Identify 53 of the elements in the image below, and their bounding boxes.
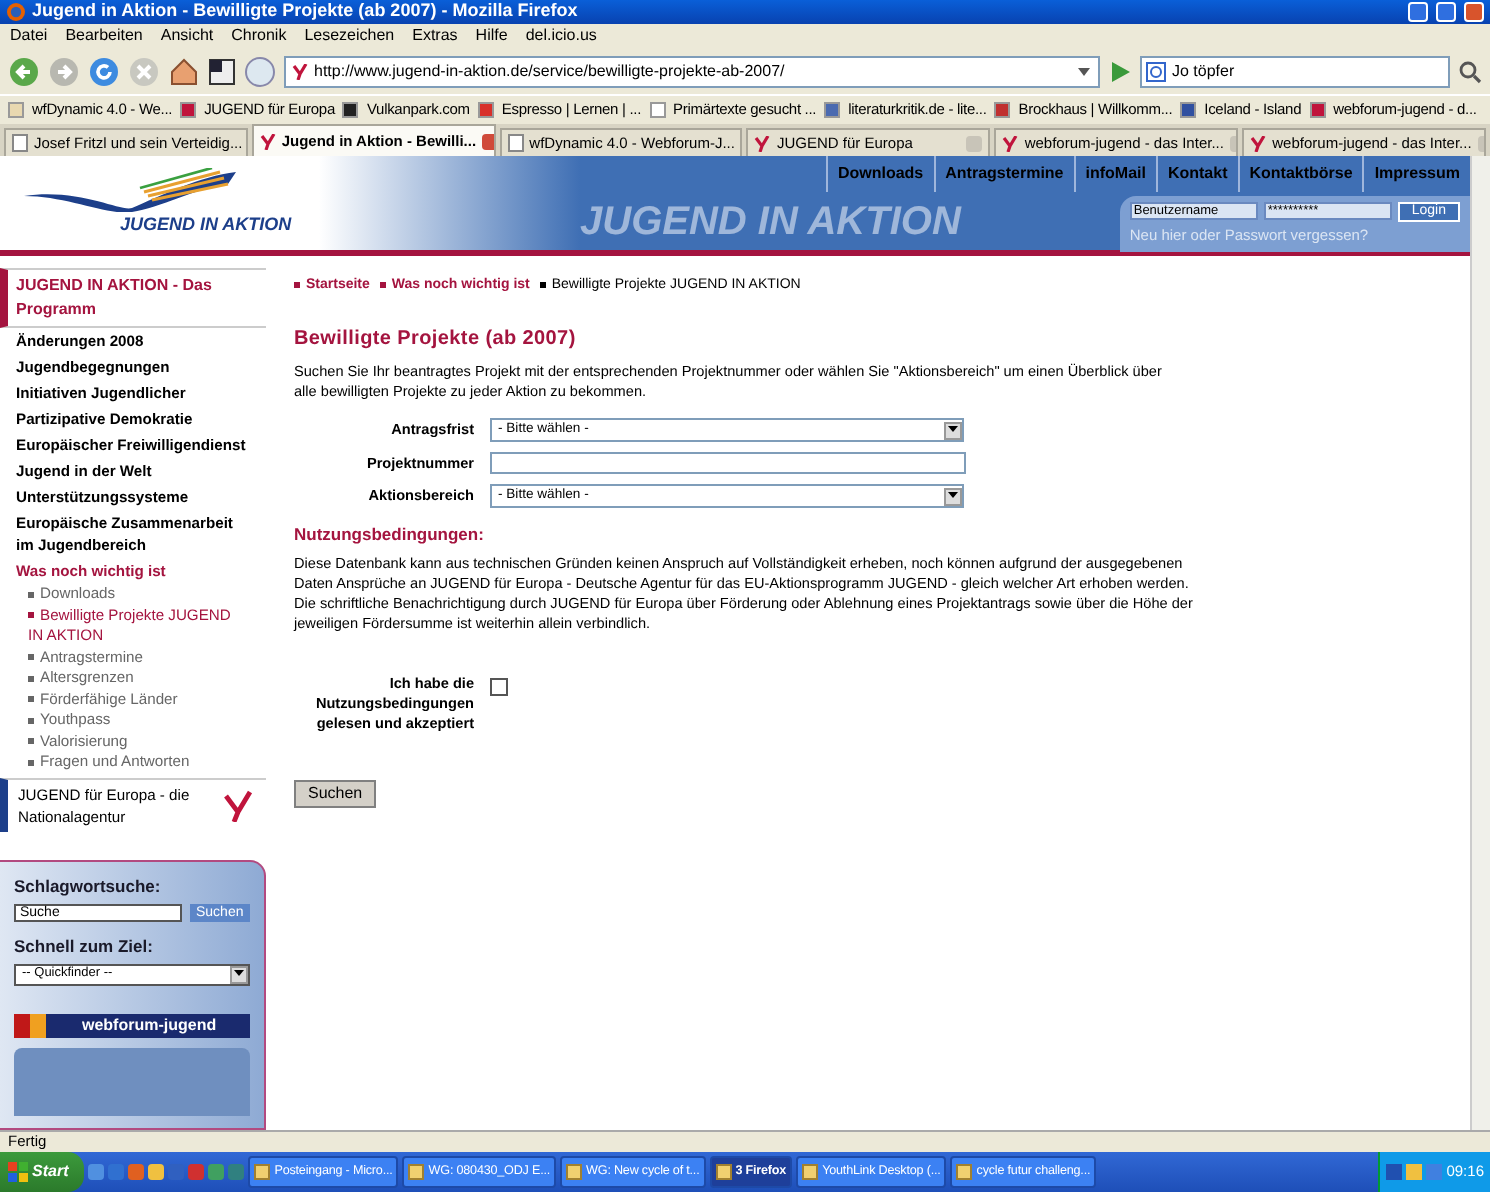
menu-item[interactable]: del.icio.us: [525, 24, 597, 48]
menu-item[interactable]: Ansicht: [160, 24, 214, 48]
nav-link[interactable]: Antragstermine: [933, 156, 1074, 192]
scrollbar[interactable]: [1470, 156, 1490, 1130]
webforum-banner[interactable]: webforum-jugend: [14, 1013, 250, 1038]
nav-link[interactable]: Downloads: [825, 156, 934, 192]
window-minimize-button[interactable]: [1408, 2, 1428, 22]
nav-link[interactable]: Kontaktbörse: [1237, 156, 1363, 192]
start-button[interactable]: Start: [0, 1152, 85, 1192]
accept-checkbox[interactable]: [490, 678, 508, 696]
address-field[interactable]: http://www.jugend-in-aktion.de/service/bewilligte-projekte-ab-2007/: [284, 55, 1100, 87]
y-logo-icon: [292, 63, 308, 79]
logo-text: JUGEND IN AKTION: [120, 211, 294, 238]
menu-item[interactable]: Chronik: [231, 24, 287, 48]
y-logo-icon: [754, 135, 771, 151]
quickfinder-title: Schnell zum Ziel:: [14, 934, 155, 960]
submit-button[interactable]: Suchen: [294, 780, 377, 808]
nav-link[interactable]: Kontakt: [1155, 156, 1238, 192]
search-icon[interactable]: [1458, 59, 1482, 83]
search-engine-icon: [1146, 61, 1166, 81]
home-icon[interactable]: [168, 55, 200, 87]
window-maximize-button[interactable]: [1436, 2, 1456, 22]
tab-close-button[interactable]: [482, 133, 494, 149]
windows-logo-icon: [8, 1162, 28, 1182]
menu-item[interactable]: Bearbeiten: [65, 24, 143, 48]
y-logo-icon: [222, 789, 254, 822]
page-icon: [12, 134, 28, 152]
menu-item[interactable]: Hilfe: [475, 24, 508, 48]
page-icon: [507, 134, 524, 152]
nav-link[interactable]: infoMail: [1073, 156, 1156, 192]
dropdown-caret-icon[interactable]: [944, 421, 962, 439]
dropdown-caret-icon[interactable]: [230, 965, 248, 984]
window-title: Jugend in Aktion - Bewilligte Projekte (ab 2007) - Mozilla Firefox: [32, 0, 578, 25]
terms-title: Nutzungsbedingungen:: [294, 524, 486, 544]
menu-item[interactable]: Datei: [10, 24, 48, 48]
y-logo-icon: [259, 133, 276, 149]
page-title: Bewilligte Projekte (ab 2007): [294, 330, 578, 350]
dropdown-caret-icon[interactable]: [1076, 63, 1092, 79]
grid-icon[interactable]: [208, 57, 236, 85]
firefox-icon: [6, 2, 26, 22]
menu-item[interactable]: Lesezeichen: [304, 24, 395, 48]
search-panel-title: Schlagwortsuche:: [14, 874, 163, 901]
sidebar-heading[interactable]: JUGEND IN AKTION - Das Programm: [0, 268, 266, 328]
search-field[interactable]: Jo töpfer: [1140, 55, 1450, 87]
dropdown-caret-icon[interactable]: [944, 487, 962, 505]
y-logo-icon: [1250, 135, 1267, 151]
text-field[interactable]: [490, 452, 966, 474]
go-arrow-icon[interactable]: [1108, 59, 1132, 83]
menu-item[interactable]: Extras: [412, 24, 458, 48]
window-close-button[interactable]: [1464, 2, 1484, 22]
reload-icon[interactable]: [88, 55, 120, 87]
y-logo-icon: [1002, 135, 1019, 151]
banner-text: JUGEND IN AKTION: [580, 198, 961, 248]
